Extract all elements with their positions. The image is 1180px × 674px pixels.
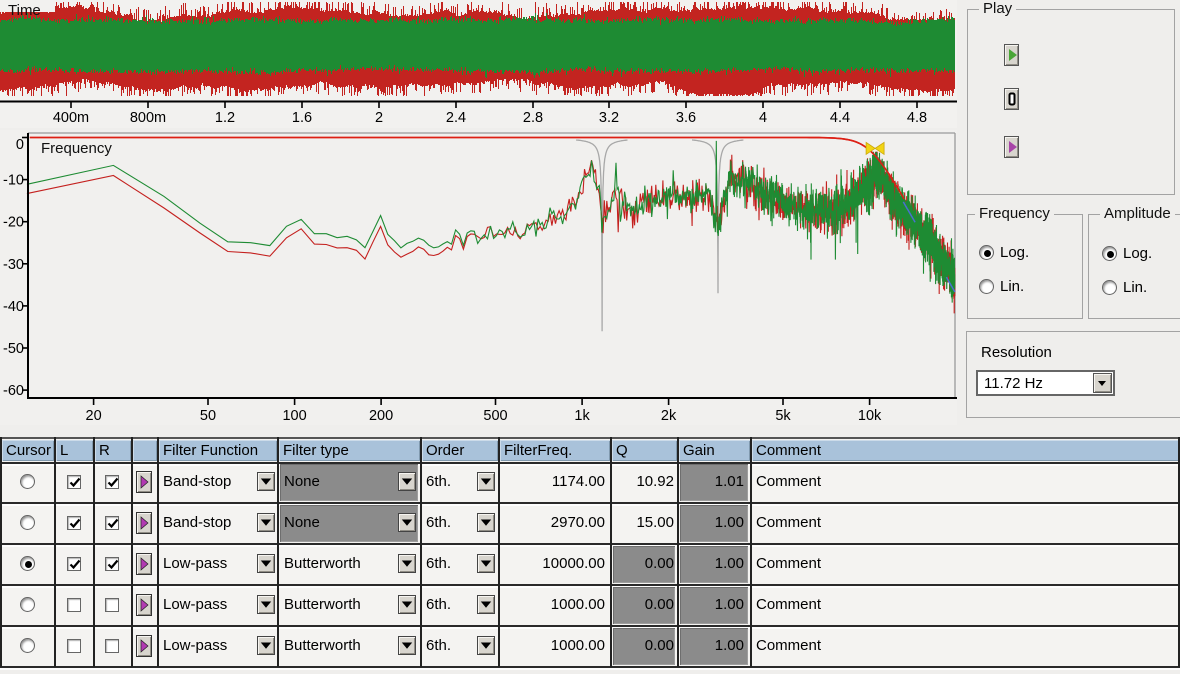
svg-text:2: 2 <box>375 110 383 126</box>
svg-text:3.2: 3.2 <box>599 110 619 126</box>
svg-text:2.4: 2.4 <box>446 110 466 126</box>
svg-text:50: 50 <box>200 408 216 424</box>
svg-text:0: 0 <box>16 137 24 153</box>
svg-text:500: 500 <box>483 408 507 424</box>
svg-text:800m: 800m <box>130 110 166 126</box>
svg-text:-60: -60 <box>3 383 24 399</box>
svg-text:4.4: 4.4 <box>830 110 850 126</box>
svg-text:-10: -10 <box>3 173 24 189</box>
svg-text:-20: -20 <box>3 215 24 231</box>
svg-text:400m: 400m <box>53 110 89 126</box>
svg-text:10k: 10k <box>858 408 882 424</box>
svg-text:3.6: 3.6 <box>676 110 696 126</box>
svg-text:200: 200 <box>369 408 393 424</box>
svg-text:5k: 5k <box>775 408 791 424</box>
svg-text:Time: Time <box>8 2 41 19</box>
svg-text:Frequency: Frequency <box>41 140 112 157</box>
svg-text:100: 100 <box>282 408 306 424</box>
svg-text:4.8: 4.8 <box>907 110 927 126</box>
svg-text:-30: -30 <box>3 257 24 273</box>
svg-text:2.8: 2.8 <box>523 110 543 126</box>
svg-text:1.6: 1.6 <box>292 110 312 126</box>
svg-text:1.2: 1.2 <box>215 110 235 126</box>
svg-text:-50: -50 <box>3 341 24 357</box>
svg-text:1k: 1k <box>574 408 590 424</box>
svg-text:4: 4 <box>759 110 767 126</box>
svg-text:-40: -40 <box>3 299 24 315</box>
svg-text:2k: 2k <box>661 408 677 424</box>
svg-text:20: 20 <box>86 408 102 424</box>
